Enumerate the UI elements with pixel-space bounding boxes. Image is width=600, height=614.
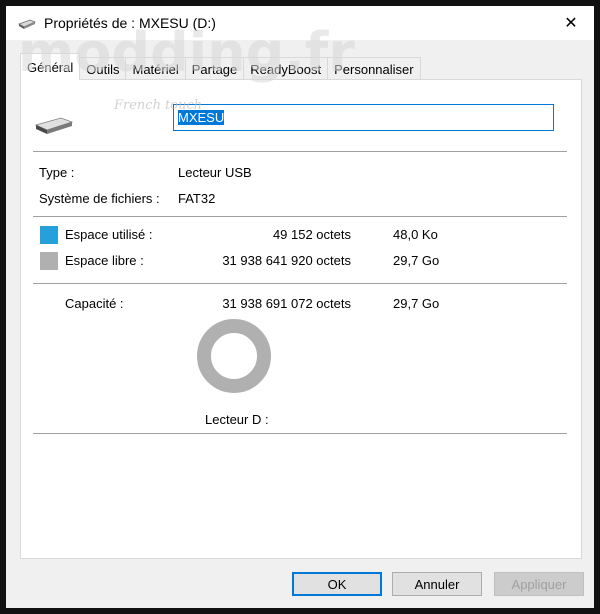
title-bar: Propriétés de : MXESU (D:) ✕ (6, 6, 594, 40)
used-space-bytes: 49 152 octets (272, 227, 351, 242)
close-icon: ✕ (564, 15, 578, 32)
type-label: Type : (39, 165, 75, 180)
tab-readyboost[interactable]: ReadyBoost (243, 57, 329, 80)
free-space-label: Espace libre : (65, 253, 144, 268)
cancel-button[interactable]: Annuler (392, 572, 482, 596)
usb-drive-icon (18, 19, 36, 29)
free-space-size: 29,7 Go (393, 253, 440, 268)
type-value: Lecteur USB (178, 165, 252, 180)
usb-drive-icon (35, 117, 73, 134)
separator (33, 151, 567, 152)
disk-usage-donut (197, 319, 271, 393)
drive-name-input[interactable] (173, 104, 554, 131)
separator (33, 433, 567, 434)
ok-button[interactable]: OK (292, 572, 382, 596)
tab-strip: Général Outils Matériel Partage ReadyBoo… (20, 53, 421, 80)
tab-tools[interactable]: Outils (79, 57, 127, 80)
filesystem-label: Système de fichiers : (39, 191, 160, 206)
general-tab-panel: Type : Lecteur USB Système de fichiers :… (20, 79, 582, 559)
tab-general[interactable]: Général (20, 53, 81, 80)
separator (33, 216, 567, 217)
drive-caption: Lecteur D : (205, 412, 269, 427)
capacity-size: 29,7 Go (393, 296, 440, 311)
capacity-bytes: 31 938 691 072 octets (222, 296, 351, 311)
properties-dialog: Propriétés de : MXESU (D:) ✕ modding.fr … (6, 6, 594, 608)
close-button[interactable]: ✕ (548, 6, 594, 40)
capacity-label: Capacité : (65, 296, 124, 311)
used-space-size: 48,0 Ko (393, 227, 438, 242)
filesystem-value: FAT32 (178, 191, 216, 206)
window-title: Propriétés de : MXESU (D:) (44, 15, 216, 31)
tab-hardware[interactable]: Matériel (125, 57, 186, 80)
used-space-label: Espace utilisé : (65, 227, 153, 242)
tab-customize[interactable]: Personnaliser (327, 57, 421, 80)
free-space-bytes: 31 938 641 920 octets (222, 253, 351, 268)
free-space-ring (197, 319, 271, 393)
separator (33, 283, 567, 284)
used-space-swatch (40, 226, 58, 244)
tab-sharing[interactable]: Partage (184, 57, 245, 80)
apply-button[interactable]: Appliquer (494, 572, 584, 596)
free-space-swatch (40, 252, 58, 270)
